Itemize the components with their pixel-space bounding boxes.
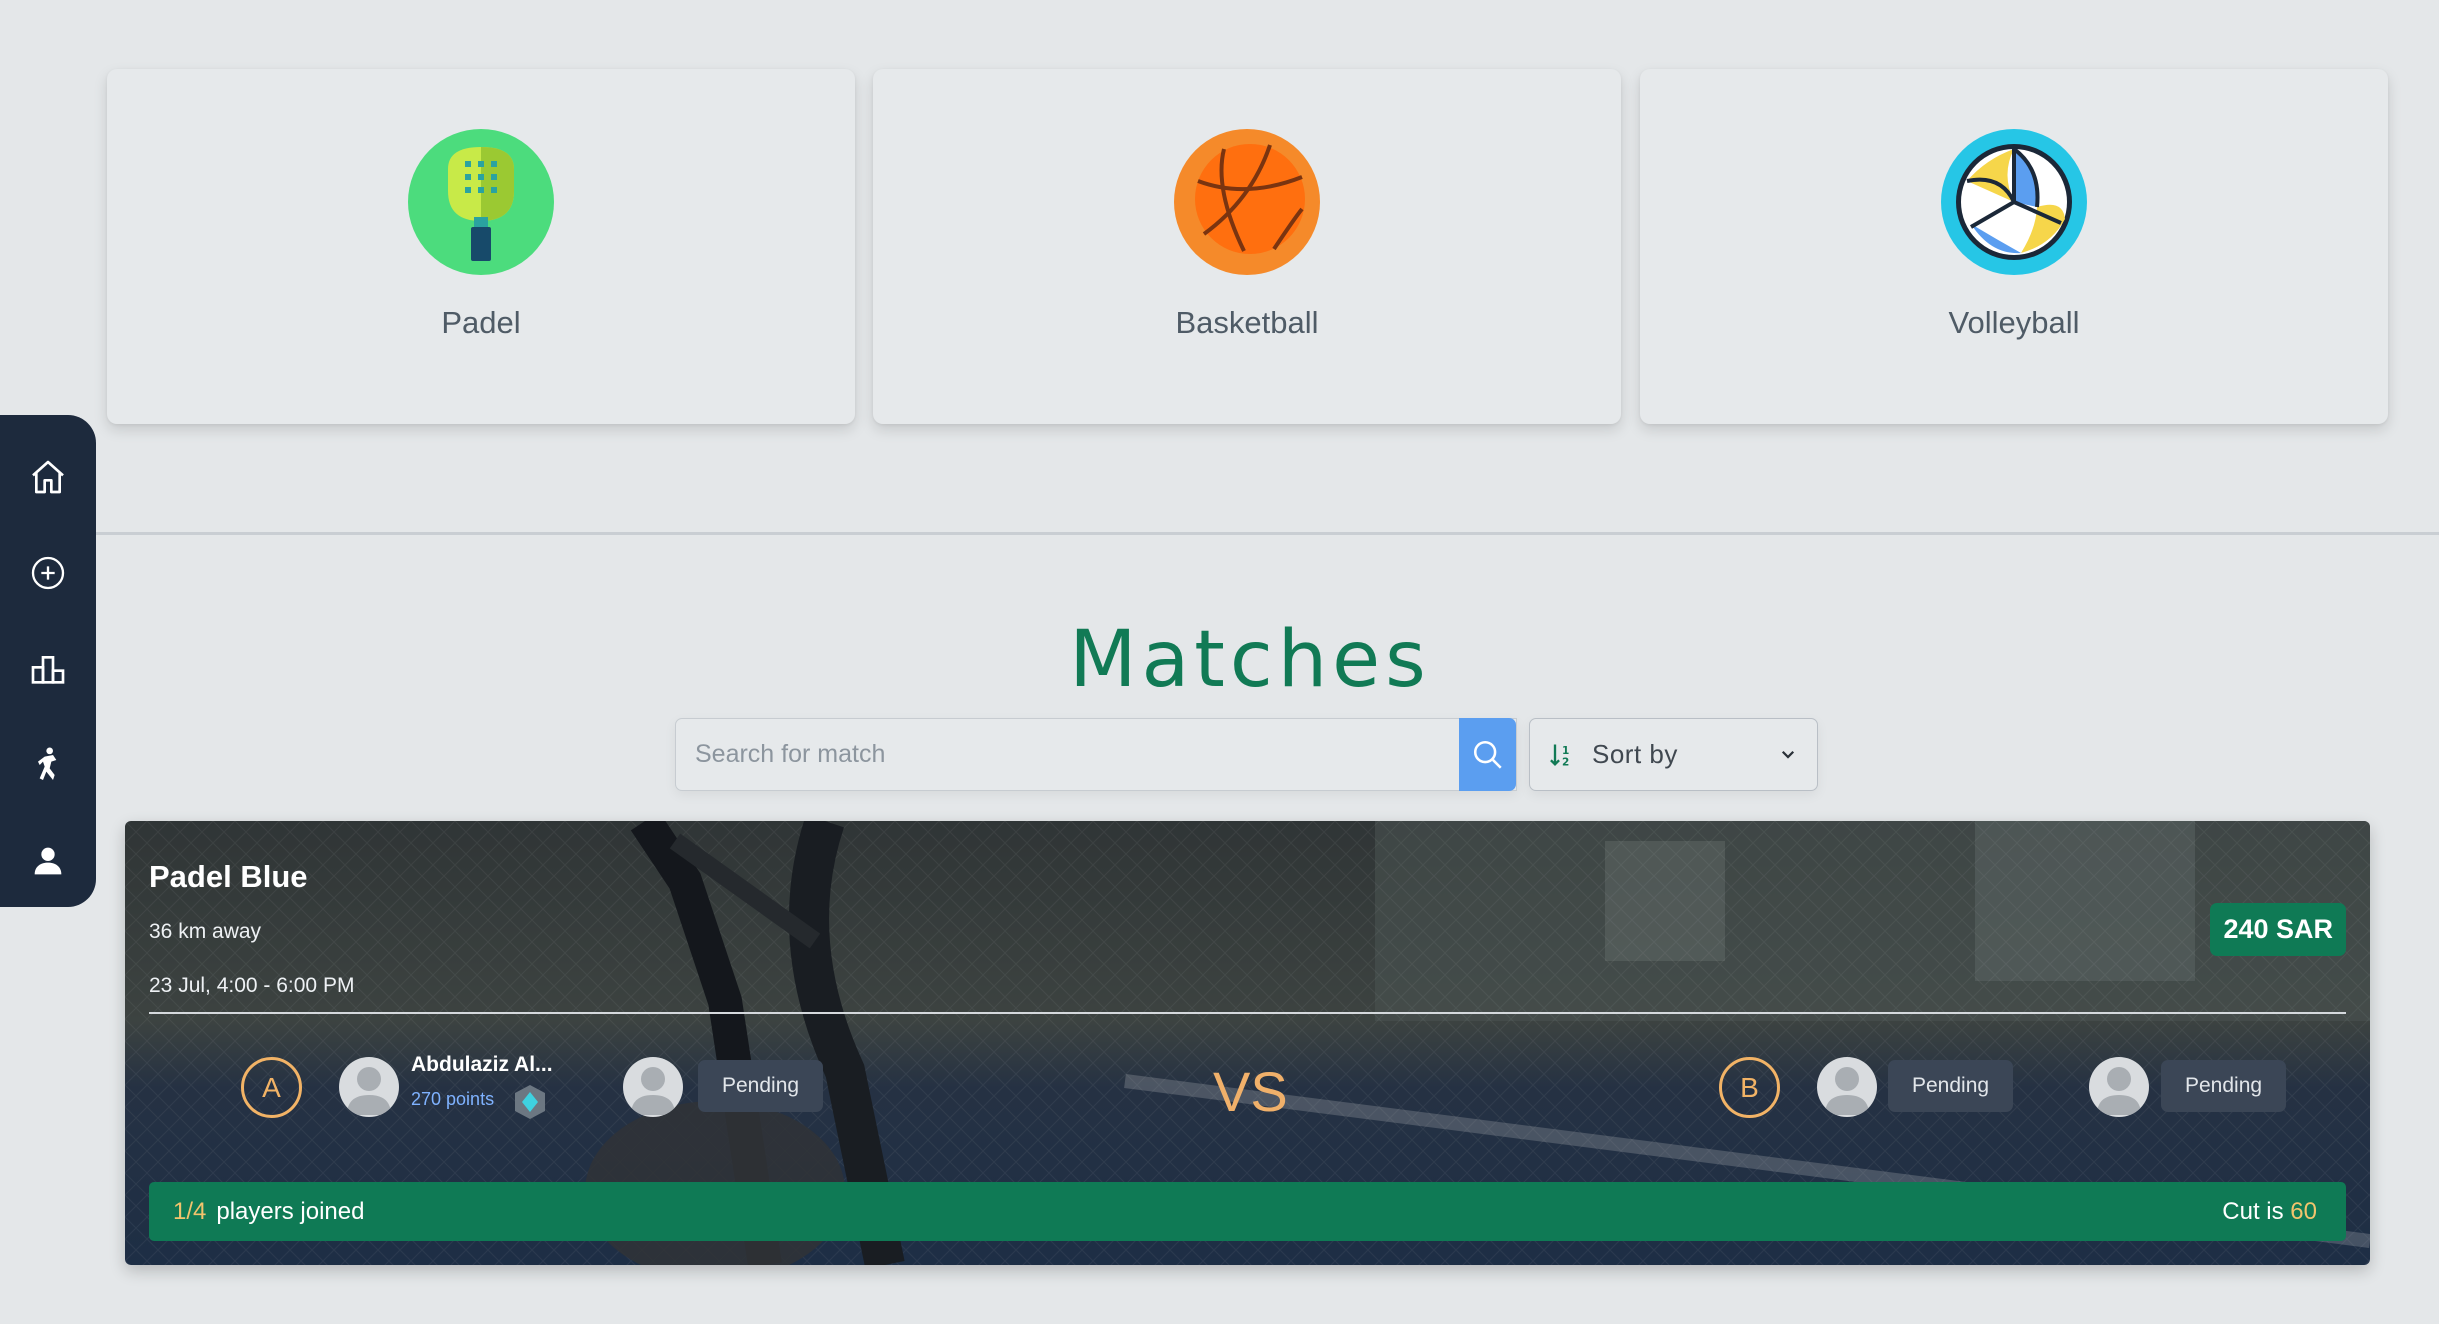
sort-label: Sort by [1592,739,1678,769]
pending-badge: Pending [1888,1060,2014,1112]
cut-value: 60 [2290,1197,2317,1225]
matches-title: Matches [1069,615,1431,705]
match-title: Padel Blue [149,859,308,894]
home-icon [32,460,64,494]
player-icon [38,747,57,780]
cut-info: Cut is 60 [2222,1198,2317,1226]
joined-count: 1/4 [173,1197,207,1225]
rank-badge-icon [515,1085,545,1119]
chevron-down-icon [1781,750,1795,759]
sport-label-volleyball: Volleyball [1948,305,2080,340]
player-points: 270 points [411,1089,495,1109]
empty-slot-avatar[interactable] [623,1057,683,1117]
empty-slot-avatar[interactable] [1817,1057,1877,1117]
match-card[interactable]: Padel Blue 36 km away 23 Jul, 4:00 - 6:0… [125,821,2370,1265]
svg-text:2: 2 [1562,756,1569,768]
svg-text:1: 1 [1562,744,1569,756]
match-time: 23 Jul, 4:00 - 6:00 PM [149,974,355,997]
avatar-placeholder-icon [347,1067,391,1115]
team-a-badge: A [241,1057,302,1118]
player-avatar[interactable] [339,1057,399,1117]
avatar-placeholder-icon [1825,1067,1869,1115]
player-name: Abdulaziz Al... [411,1053,553,1076]
sport-label-basketball: Basketball [1175,305,1319,340]
profile-icon [34,847,62,875]
cut-label: Cut is [2222,1197,2284,1225]
sport-card-padel[interactable]: Padel [107,69,855,424]
nav-create-match[interactable] [22,547,74,599]
nav-home[interactable] [22,451,74,503]
joined-label: players joined [216,1197,365,1225]
card-divider [149,1012,2346,1014]
nav-leaderboard[interactable] [22,643,74,695]
players-joined-bar: 1/4 players joined Cut is 60 [149,1182,2346,1241]
volleyball-icon [1941,129,2087,275]
basketball-icon [1174,129,1320,275]
pending-badge: Pending [2161,1060,2287,1112]
avatar-placeholder-icon [2097,1067,2141,1115]
search-input[interactable] [676,719,1516,790]
sort-icon: 1 2 [1550,744,1569,768]
pending-badge: Pending [698,1060,824,1112]
sidebar [0,415,96,907]
search-field[interactable] [675,718,1517,791]
padel-racket-icon [408,129,554,275]
vs-label: VS [1213,1060,1288,1123]
team-b-badge: B [1719,1057,1780,1118]
sport-card-volleyball[interactable]: Volleyball [1640,69,2388,424]
sport-label-padel: Padel [441,305,521,340]
players-joined-info: 1/4 players joined [173,1198,364,1226]
avatar-placeholder-icon [631,1067,675,1115]
search-icon [1473,740,1502,769]
match-distance: 36 km away [149,920,262,943]
empty-slot-avatar[interactable] [2089,1057,2149,1117]
sport-card-basketball[interactable]: Basketball [873,69,1621,424]
price-badge: 240 SAR [2210,903,2346,956]
sort-dropdown[interactable]: 1 2 Sort by [1529,718,1818,791]
section-divider [96,532,2439,535]
leaderboard-icon [31,656,65,684]
search-button[interactable] [1459,718,1516,791]
plus-circle-icon [31,556,65,590]
nav-profile[interactable] [22,835,74,887]
nav-players[interactable] [22,739,74,791]
